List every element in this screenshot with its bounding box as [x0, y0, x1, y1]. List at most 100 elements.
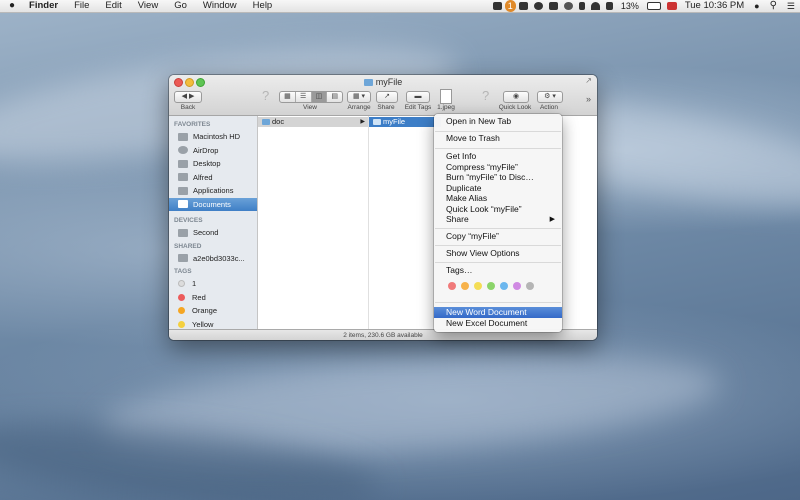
menu-item-share-label: Share — [446, 214, 469, 224]
menu-item-quick-look[interactable]: Quick Look “myFile” — [434, 204, 562, 215]
menu-item-share[interactable]: Share ▶ — [434, 214, 562, 225]
spotlight-icon[interactable]: ⚲ — [765, 0, 782, 12]
coverflow-view-icon[interactable]: ▤ — [327, 92, 342, 102]
sidebar-tag-orange[interactable]: Orange — [169, 304, 257, 318]
menu-item-compress[interactable]: Compress “myFile” — [434, 162, 562, 173]
menu-app-finder[interactable]: Finder — [21, 0, 66, 12]
sidebar-item-label: Red — [192, 292, 206, 302]
menu-help[interactable]: Help — [245, 0, 281, 12]
tag-color-dot — [178, 280, 185, 288]
sidebar-tag-red[interactable]: Red — [169, 291, 257, 305]
view-label: View — [303, 104, 317, 111]
app-icon[interactable] — [533, 2, 543, 10]
menu-item-get-info[interactable]: Get Info — [434, 151, 562, 162]
wifi-icon[interactable] — [590, 2, 600, 10]
quick-look-button[interactable]: ◉ — [503, 91, 529, 103]
bluetooth-icon[interactable] — [578, 2, 585, 10]
battery-icon[interactable] — [646, 2, 661, 10]
menu-edit[interactable]: Edit — [97, 0, 129, 12]
sidebar-item-applications[interactable]: Applications — [169, 184, 257, 198]
menu-item-new-word-document[interactable]: New Word Document — [434, 307, 562, 318]
flag-icon[interactable] — [666, 2, 677, 10]
title-toolbar: myFile ↗ ◀ ▶ Back ? ▦ ☰ ◫ ▤ View ▦ ▾ Arr… — [169, 75, 597, 116]
file-thumbnail-icon[interactable] — [440, 89, 452, 104]
tag-orange-dot[interactable] — [461, 282, 469, 290]
menu-go[interactable]: Go — [166, 0, 195, 12]
sidebar-tag-1[interactable]: 1 — [169, 277, 257, 291]
share-button[interactable]: ↗ — [376, 91, 398, 103]
tag-color-dot — [178, 320, 185, 328]
list-item-doc[interactable]: doc ▶ — [258, 117, 368, 127]
tag-blue-dot[interactable] — [500, 282, 508, 290]
menu-item-new-excel-document[interactable]: New Excel Document — [434, 318, 562, 329]
apple-menu-icon[interactable]: ● — [0, 0, 21, 12]
menu-window[interactable]: Window — [195, 0, 245, 12]
menu-item-duplicate[interactable]: Duplicate — [434, 183, 562, 194]
edit-tags-button[interactable]: ▬ — [406, 91, 430, 103]
menu-item-tags[interactable]: Tags… — [434, 265, 562, 276]
icon-view-icon[interactable]: ▦ — [280, 92, 296, 102]
share-label: Share — [377, 104, 395, 111]
sidebar-item-desktop[interactable]: Desktop — [169, 157, 257, 171]
list-view-icon[interactable]: ☰ — [296, 92, 312, 102]
sidebar-item-second[interactable]: Second — [169, 226, 257, 240]
hard-disk-icon — [178, 132, 188, 141]
fullscreen-icon[interactable]: ↗ — [585, 76, 592, 85]
list-item-label: doc — [272, 117, 285, 126]
context-menu: Open in New Tab Move to Trash Get Info C… — [434, 114, 562, 332]
menu-file[interactable]: File — [66, 0, 97, 12]
sidebar-item-label: Second — [193, 228, 219, 237]
lock-icon[interactable] — [548, 2, 558, 10]
file-item-label: 1.jpeg — [437, 104, 455, 111]
menu-item-move-to-trash[interactable]: Move to Trash — [434, 133, 562, 144]
sidebar-item-macintosh-hd[interactable]: Macintosh HD — [169, 130, 257, 144]
user-icon[interactable]: ● — [749, 0, 764, 12]
folder-icon — [262, 119, 270, 125]
action-button[interactable]: ⚙ ▾ — [537, 91, 563, 103]
menu-separator — [435, 148, 561, 149]
battery-percent[interactable]: 13% — [616, 0, 644, 12]
applications-icon — [178, 186, 188, 195]
notification-center-icon[interactable]: ☰ — [782, 0, 800, 12]
chat-icon[interactable] — [518, 2, 528, 10]
view-switcher[interactable]: ▦ ☰ ◫ ▤ — [279, 91, 343, 103]
sidebar-item-alfred[interactable]: Alfred — [169, 171, 257, 185]
sidebar-header-devices: DEVICES — [174, 217, 203, 224]
sidebar-tag-yellow[interactable]: Yellow — [169, 318, 257, 330]
list-item-label: myFile — [383, 117, 406, 126]
sidebar-item-airdrop[interactable]: AirDrop — [169, 144, 257, 158]
clock-icon[interactable] — [563, 2, 573, 10]
menu-item-show-view-options[interactable]: Show View Options — [434, 248, 562, 259]
toolbar-overflow-icon[interactable]: » — [586, 94, 591, 104]
menu-item-burn[interactable]: Burn “myFile” to Disc… — [434, 172, 562, 183]
sidebar-item-shared-computer[interactable]: a2e0bd3033c... — [169, 252, 257, 266]
menu-separator — [435, 245, 561, 246]
sidebar-item-documents[interactable]: Documents — [169, 197, 257, 211]
menu-separator — [435, 131, 561, 132]
clock-text[interactable]: Tue 10:36 PM — [680, 0, 749, 12]
missing-item-icon: ? — [262, 88, 270, 103]
sidebar-item-label: Documents — [193, 199, 231, 209]
desktop-icon — [178, 159, 188, 168]
disk-icon — [178, 228, 188, 237]
back-forward-button[interactable]: ◀ ▶ — [174, 91, 202, 103]
tag-gray-dot[interactable] — [526, 282, 534, 290]
list-item-myfile[interactable]: myFile — [369, 117, 441, 127]
column-view-icon[interactable]: ◫ — [311, 92, 328, 102]
volume-icon[interactable] — [605, 2, 613, 10]
sidebar-item-label: Alfred — [193, 172, 213, 182]
documents-icon — [178, 200, 188, 209]
tag-yellow-dot[interactable] — [474, 282, 482, 290]
menu-item-open-new-tab[interactable]: Open in New Tab — [434, 116, 562, 127]
tag-green-dot[interactable] — [487, 282, 495, 290]
tag-red-dot[interactable] — [448, 282, 456, 290]
tag-purple-dot[interactable] — [513, 282, 521, 290]
arrange-button[interactable]: ▦ ▾ — [347, 91, 371, 103]
menu-item-make-alias[interactable]: Make Alias — [434, 193, 562, 204]
menu-view[interactable]: View — [130, 0, 166, 12]
arrange-label: Arrange — [347, 104, 371, 111]
dropbox-icon[interactable] — [492, 2, 502, 10]
window-title: myFile — [169, 77, 597, 87]
status-badge[interactable]: 1 — [504, 0, 516, 12]
menu-item-copy[interactable]: Copy “myFile” — [434, 231, 562, 242]
